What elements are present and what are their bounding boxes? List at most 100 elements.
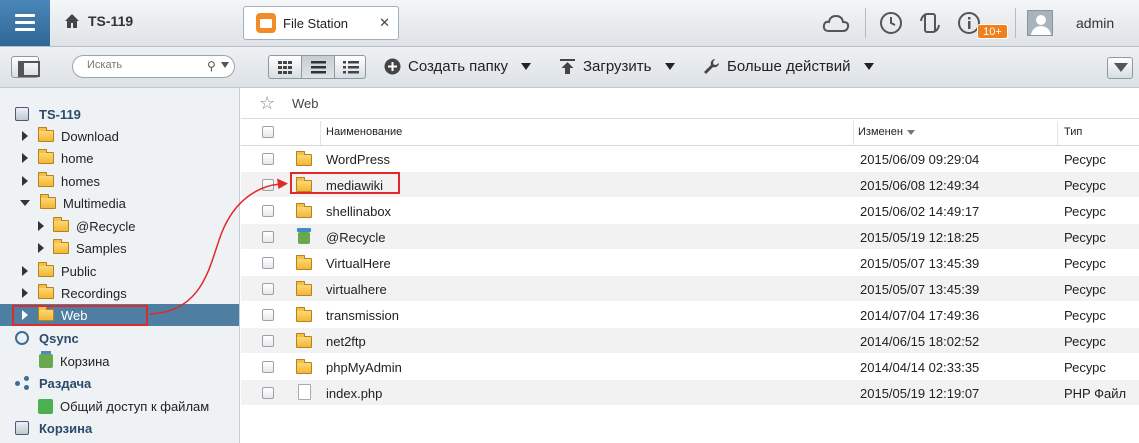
sidebar-item-public[interactable]: Public — [0, 260, 239, 282]
folder-icon — [38, 262, 54, 277]
tab-file-station[interactable]: File Station ✕ — [243, 6, 399, 40]
sidebar-item-recycle-bin[interactable]: Корзина — [0, 417, 239, 439]
expand-arrow-icon[interactable] — [22, 266, 28, 276]
upload-button[interactable]: Загрузить — [559, 58, 675, 75]
table-row[interactable]: virtualhere 2015/05/07 13:45:39 Ресурс — [241, 276, 1139, 302]
table-row[interactable]: index.php 2015/05/19 12:19:07 PHP Файл — [241, 380, 1139, 406]
avatar[interactable] — [1027, 10, 1053, 36]
select-all-checkbox[interactable] — [262, 126, 274, 138]
sidebar-item-homes[interactable]: homes — [0, 170, 239, 192]
sidebar-item-qsync-recycle[interactable]: Корзина — [0, 350, 239, 372]
sidebar-item-label: Download — [61, 128, 119, 144]
file-modified: 2015/06/08 12:49:34 — [860, 178, 980, 193]
sidebar-item-qsync[interactable]: Qsync — [0, 327, 239, 349]
table-row[interactable]: transmission 2014/07/04 17:49:36 Ресурс — [241, 302, 1139, 328]
folder-icon — [296, 203, 312, 218]
sidebar-item-share[interactable]: Раздача — [0, 372, 239, 394]
more-actions-button[interactable]: Больше действий — [703, 58, 874, 75]
list-view-button[interactable] — [302, 56, 335, 78]
file-modified: 2014/07/04 17:49:36 — [860, 308, 980, 323]
search-input[interactable] — [87, 59, 202, 71]
sidebar-item-download[interactable]: Download — [0, 125, 239, 147]
row-checkbox[interactable] — [262, 153, 274, 165]
column-header-name[interactable]: Наименование — [326, 126, 402, 138]
folder-icon — [53, 239, 69, 254]
folder-icon — [296, 359, 312, 374]
user-body-shape — [1031, 26, 1051, 35]
thumbnail-view-button[interactable] — [269, 56, 302, 78]
sidebar-item-recordings[interactable]: Recordings — [0, 282, 239, 304]
sidebar-item-file-sharing[interactable]: Общий доступ к файлам — [0, 395, 239, 417]
notification-badge: 10+ — [977, 24, 1008, 39]
home-title: TS-119 — [88, 13, 134, 29]
sidebar-item-samples[interactable]: Samples — [0, 237, 239, 259]
home-button[interactable]: TS-119 — [64, 13, 133, 29]
collapse-arrow-icon[interactable] — [20, 200, 30, 206]
star-icon[interactable]: ☆ — [259, 93, 275, 114]
toggle-panel-button[interactable] — [11, 56, 40, 78]
create-folder-button[interactable]: Создать папку — [384, 58, 531, 75]
row-checkbox[interactable] — [262, 257, 274, 269]
cloud-icon[interactable] — [822, 13, 850, 33]
sidebar-item-recycle[interactable]: @Recycle — [0, 215, 239, 237]
search-options-caret[interactable] — [221, 62, 229, 68]
sidebar-item-label: home — [61, 150, 94, 166]
table-row[interactable]: shellinabox 2015/06/02 14:49:17 Ресурс — [241, 198, 1139, 224]
detail-view-button[interactable] — [335, 56, 367, 78]
file-type: Ресурс — [1064, 178, 1106, 193]
row-checkbox[interactable] — [262, 361, 274, 373]
sidebar-item-label: homes — [61, 173, 101, 189]
row-checkbox[interactable] — [262, 387, 274, 399]
main-menu-button[interactable] — [0, 0, 50, 46]
detail-list-icon — [343, 61, 359, 74]
sidebar: TS-119 Download home homes Multimedia @R… — [0, 88, 240, 443]
expand-arrow-icon[interactable] — [22, 288, 28, 298]
expand-arrow-icon[interactable] — [22, 176, 28, 186]
recycle-title: Корзина — [39, 420, 93, 436]
table-row[interactable]: VirtualHere 2015/05/07 13:45:39 Ресурс — [241, 250, 1139, 276]
table-row[interactable]: WordPress 2015/06/09 09:29:04 Ресурс — [241, 146, 1139, 172]
table-row[interactable]: @Recycle 2015/05/19 12:18:25 Ресурс — [241, 224, 1139, 250]
chevron-down-icon — [664, 63, 675, 70]
bin-body-shape — [298, 232, 310, 244]
expand-arrow-icon[interactable] — [38, 243, 44, 253]
sidebar-item-label: Public — [61, 263, 97, 279]
row-checkbox[interactable] — [262, 231, 274, 243]
row-checkbox[interactable] — [262, 309, 274, 321]
folder-icon — [296, 307, 312, 322]
table-row[interactable]: net2ftp 2014/06/15 18:02:52 Ресурс — [241, 328, 1139, 354]
expand-arrow-icon[interactable] — [22, 153, 28, 163]
recycle-bin-icon — [15, 421, 29, 435]
tab-label: File Station — [283, 15, 349, 31]
file-modified: 2015/06/02 14:49:17 — [860, 204, 980, 219]
column-header-type[interactable]: Тип — [1064, 126, 1082, 138]
search-icon[interactable]: ⚲ — [207, 59, 216, 73]
close-icon[interactable]: ✕ — [379, 15, 390, 31]
top-bar: TS-119 File Station ✕ 10+ admin — [0, 0, 1139, 47]
file-name: WordPress — [326, 152, 391, 167]
sidebar-item-home[interactable]: home — [0, 147, 239, 169]
row-checkbox[interactable] — [262, 335, 274, 347]
file-modified: 2015/06/09 09:29:04 — [860, 152, 980, 167]
sync-icon[interactable] — [918, 11, 942, 35]
row-checkbox[interactable] — [262, 283, 274, 295]
search-box[interactable]: ⚲ — [72, 55, 235, 78]
file-name: phpMyAdmin — [326, 360, 402, 375]
column-divider — [320, 121, 321, 145]
row-checkbox[interactable] — [262, 179, 274, 191]
filter-button[interactable] — [1107, 57, 1133, 79]
breadcrumb-path[interactable]: Web — [292, 96, 319, 111]
column-divider — [853, 121, 854, 145]
sidebar-item-multimedia[interactable]: Multimedia — [0, 192, 239, 214]
folder-icon — [38, 149, 54, 164]
sidebar-item-label: Multimedia — [63, 195, 126, 211]
expand-arrow-icon[interactable] — [38, 221, 44, 231]
hamburger-icon-line — [15, 28, 35, 31]
table-row[interactable]: phpMyAdmin 2014/04/14 02:33:35 Ресурс — [241, 354, 1139, 380]
expand-arrow-icon[interactable] — [22, 131, 28, 141]
clock-icon[interactable] — [879, 11, 903, 35]
column-header-modified[interactable]: Изменен — [858, 126, 915, 138]
username[interactable]: admin — [1076, 15, 1114, 31]
sidebar-item-nas[interactable]: TS-119 — [0, 103, 239, 125]
row-checkbox[interactable] — [262, 205, 274, 217]
